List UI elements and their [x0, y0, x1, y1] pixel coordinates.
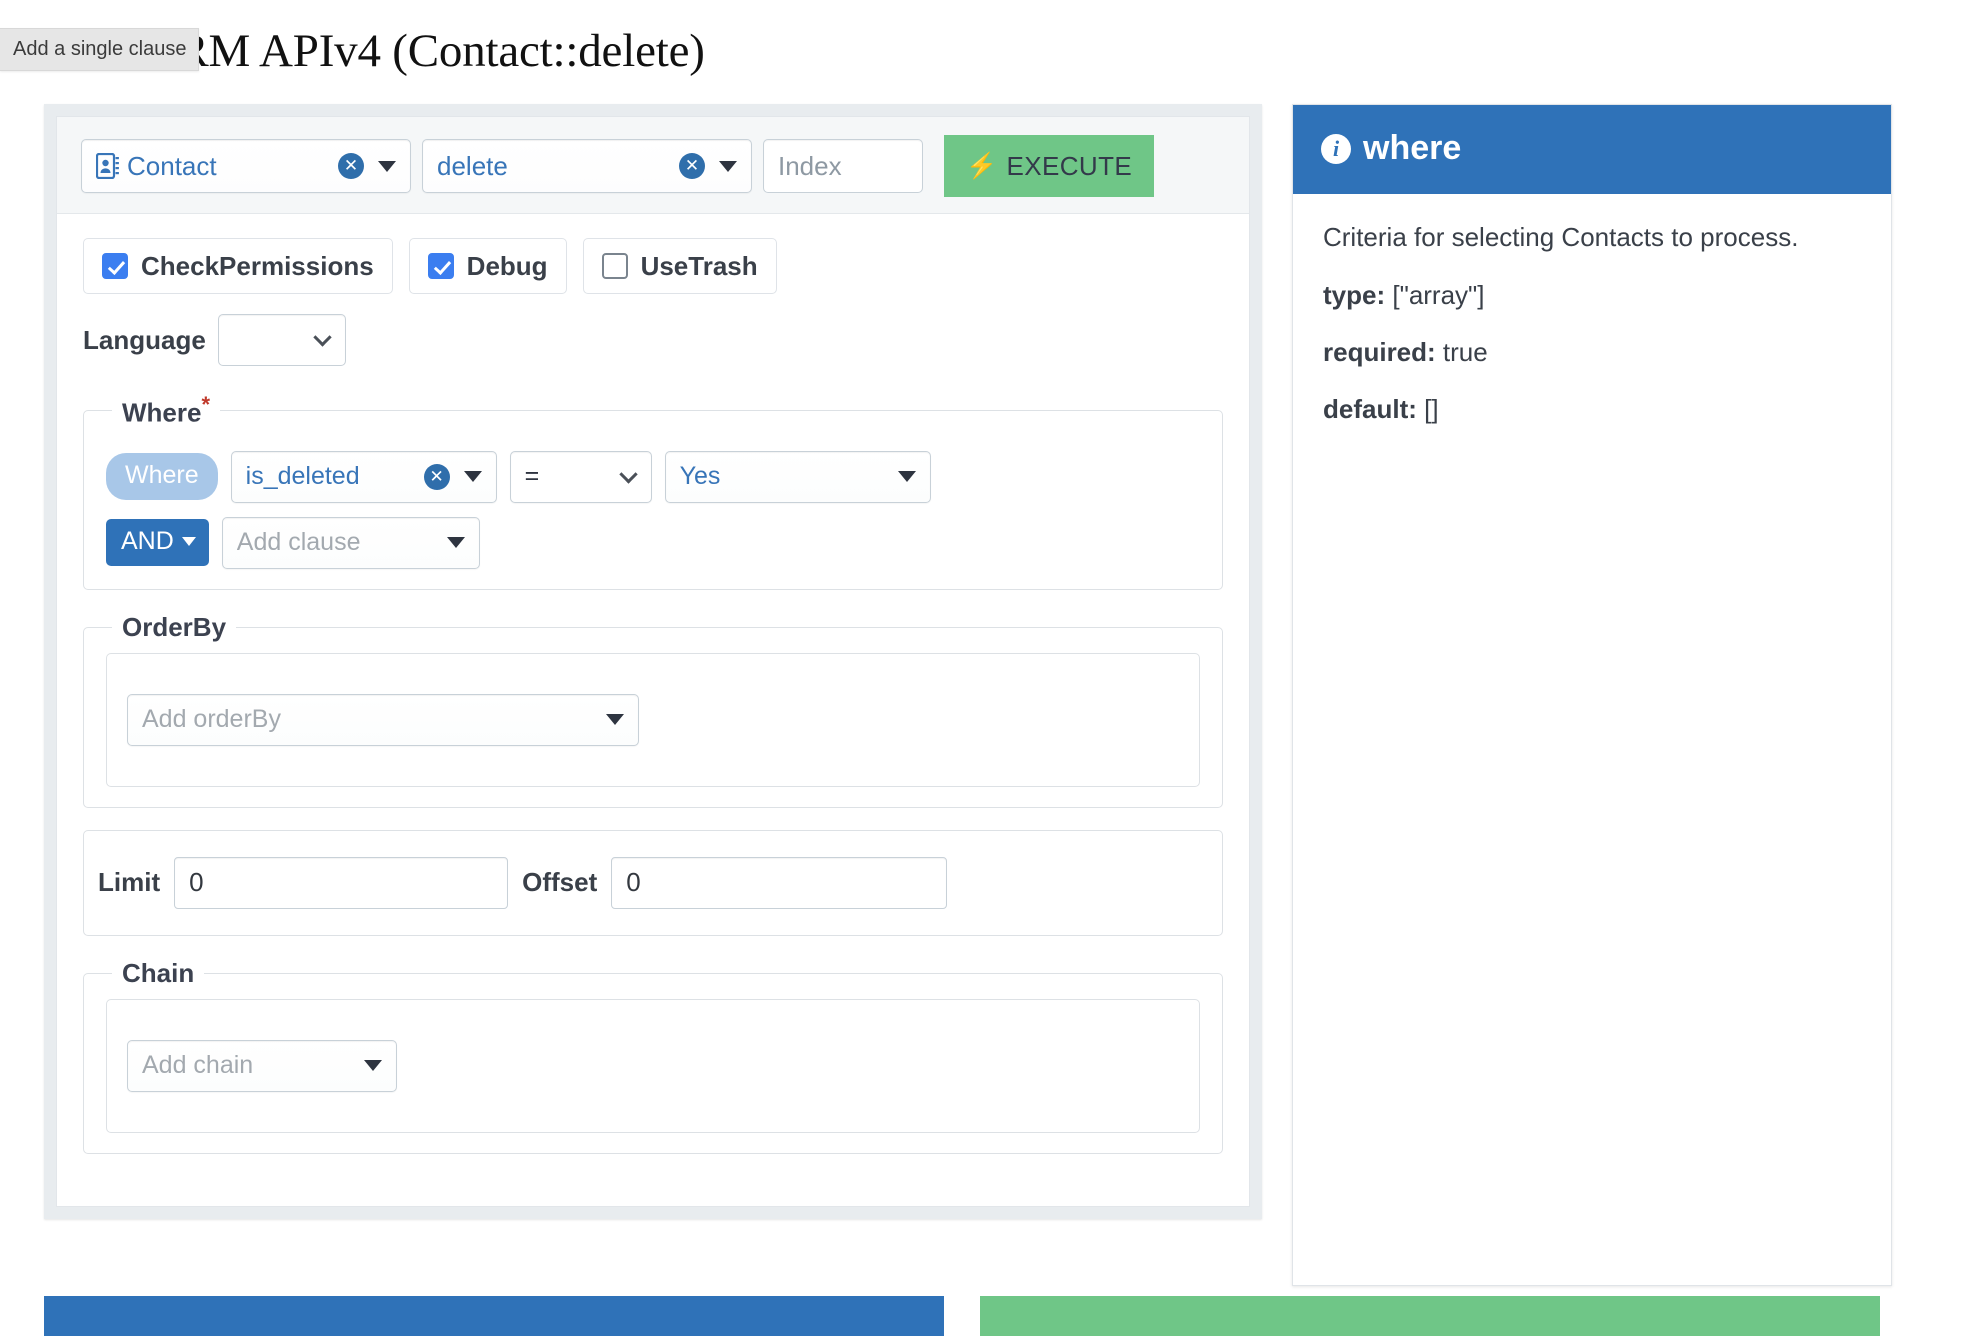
api-params-body: CheckPermissions Debug UseTrash Language	[57, 214, 1249, 1206]
where-add-clause-select[interactable]: Add clause	[221, 516, 480, 569]
checkbox-row: CheckPermissions Debug UseTrash	[83, 238, 1223, 294]
where-legend: Where*	[112, 392, 220, 429]
checkbox-checkpermissions[interactable]: CheckPermissions	[83, 238, 393, 294]
chain-fieldset: Chain Add chain	[83, 957, 1223, 1154]
checkbox-debug-label: Debug	[466, 250, 548, 281]
help-panel-required-value: true	[1442, 337, 1488, 368]
where-value-value: Yes	[679, 462, 721, 491]
help-panel-body: Criteria for selecting Contacts to proce…	[1293, 194, 1891, 477]
execute-button-label: EXECUTE	[1006, 150, 1133, 181]
where-and-button[interactable]: AND	[106, 519, 209, 567]
index-input[interactable]	[763, 139, 923, 193]
where-field-select[interactable]: is_deleted ✕	[230, 450, 497, 503]
limit-input[interactable]	[174, 856, 509, 909]
action-bar: Contact ✕ delete ✕ ⚡ EXECUTE	[57, 117, 1249, 214]
where-required-marker: *	[201, 392, 211, 417]
where-fieldset: Where* Where is_deleted ✕ = Yes AND Add …	[83, 392, 1223, 590]
api-explorer-shell: Contact ✕ delete ✕ ⚡ EXECUTE	[44, 104, 1262, 1219]
where-add-row: AND Add clause	[106, 516, 1200, 569]
contact-card-icon	[95, 152, 120, 180]
help-panel-default-value: []	[1424, 394, 1439, 425]
where-operator-select[interactable]: =	[509, 450, 652, 503]
orderby-add-chevron-down-icon[interactable]	[606, 714, 624, 726]
where-value-select[interactable]: Yes	[664, 450, 931, 503]
where-field-value: is_deleted	[245, 462, 360, 491]
help-panel-type-value: ["array"]	[1392, 280, 1485, 311]
where-add-clause-chevron-down-icon[interactable]	[446, 537, 465, 549]
execute-button[interactable]: ⚡ EXECUTE	[944, 135, 1155, 197]
checkbox-checkpermissions-label: CheckPermissions	[141, 250, 374, 281]
where-field-chevron-down-icon[interactable]	[463, 471, 482, 483]
chain-add-select[interactable]: Add chain	[127, 1039, 397, 1092]
action-clear-icon[interactable]: ✕	[679, 153, 705, 179]
help-panel-default: default: []	[1323, 394, 1861, 425]
where-legend-label: Where	[122, 397, 202, 428]
main-layout: Contact ✕ delete ✕ ⚡ EXECUTE	[44, 104, 1938, 1294]
bottom-panel-blue-header	[44, 1296, 944, 1336]
tooltip: Add a single clause	[0, 28, 200, 71]
offset-label: Offset	[522, 867, 598, 898]
bolt-icon: ⚡	[966, 151, 998, 180]
orderby-legend: OrderBy	[122, 611, 227, 642]
language-label: Language	[83, 324, 206, 355]
language-row: Language	[83, 314, 1223, 366]
help-panel-required-label: required:	[1323, 337, 1436, 368]
action-select[interactable]: delete ✕	[422, 139, 752, 193]
entity-chevron-down-icon[interactable]	[378, 160, 396, 172]
where-operator-value: =	[524, 462, 540, 491]
chain-add-chevron-down-icon[interactable]	[364, 1060, 382, 1072]
help-panel-required: required: true	[1323, 337, 1861, 368]
chain-inner-box: Add chain	[106, 998, 1200, 1133]
entity-clear-icon[interactable]: ✕	[338, 153, 364, 179]
where-and-label: AND	[121, 527, 174, 556]
help-panel-header: i where	[1293, 105, 1891, 194]
where-value-chevron-down-icon[interactable]	[897, 471, 916, 483]
offset-input[interactable]	[611, 856, 948, 909]
language-select[interactable]	[217, 314, 346, 366]
orderby-add-placeholder: Add orderBy	[142, 705, 281, 734]
entity-select[interactable]: Contact ✕	[81, 139, 411, 193]
language-chevron-down-icon	[313, 328, 332, 347]
chain-legend: Chain	[122, 957, 195, 988]
where-add-clause-placeholder: Add clause	[236, 528, 361, 557]
checkbox-usetrash[interactable]: UseTrash	[582, 238, 777, 294]
entity-select-value: Contact	[127, 150, 217, 181]
help-panel-title: where	[1363, 129, 1462, 167]
checkbox-debug[interactable]: Debug	[408, 238, 567, 294]
action-select-value: delete	[437, 150, 508, 181]
help-panel-type: type: ["array"]	[1323, 280, 1861, 311]
help-panel-type-label: type:	[1323, 280, 1386, 311]
limit-label: Limit	[98, 867, 161, 898]
where-and-chevron-down-icon	[181, 537, 196, 547]
orderby-fieldset: OrderBy Add orderBy	[83, 611, 1223, 808]
api-explorer-card: Contact ✕ delete ✕ ⚡ EXECUTE	[56, 116, 1250, 1207]
checkbox-debug-box[interactable]	[427, 253, 454, 279]
checkbox-usetrash-box[interactable]	[601, 253, 628, 279]
where-operator-chevron-down-icon	[618, 464, 638, 484]
orderby-add-select[interactable]: Add orderBy	[127, 693, 639, 746]
where-conjunction-badge: Where	[106, 453, 218, 501]
help-panel-default-label: default:	[1323, 394, 1417, 425]
where-field-clear-icon[interactable]: ✕	[423, 463, 450, 490]
limit-offset-fieldset: Limit Offset	[83, 829, 1223, 936]
where-clause-row: Where is_deleted ✕ = Yes	[106, 450, 1200, 503]
chain-add-placeholder: Add chain	[142, 1051, 254, 1080]
page-title: CiviCRM APIv4 (Contact::delete)	[66, 25, 705, 77]
help-panel-description: Criteria for selecting Contacts to proce…	[1323, 222, 1799, 252]
action-chevron-down-icon[interactable]	[719, 160, 737, 172]
bottom-panels	[44, 1296, 1938, 1336]
help-panel: i where Criteria for selecting Contacts …	[1292, 104, 1892, 1286]
checkbox-usetrash-label: UseTrash	[640, 250, 758, 281]
info-icon: i	[1321, 133, 1351, 164]
orderby-inner-box: Add orderBy	[106, 652, 1200, 787]
checkbox-checkpermissions-box[interactable]	[102, 253, 128, 279]
bottom-panel-green-header	[980, 1296, 1880, 1336]
